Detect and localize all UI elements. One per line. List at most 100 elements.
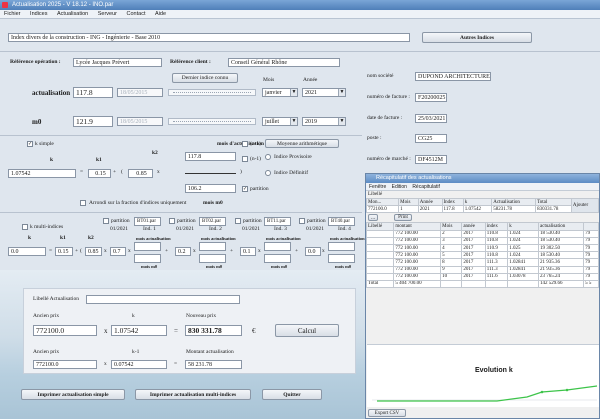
index-2-code[interactable]: BT02.par <box>199 217 226 226</box>
col-header[interactable]: k <box>507 222 540 231</box>
col-header[interactable]: actualisation <box>538 222 585 231</box>
k-value-field[interactable]: 1.07542 <box>8 169 76 178</box>
autres-indices-button[interactable]: Autres Indices <box>422 32 532 43</box>
export-csv-button[interactable]: Export CSV <box>368 409 406 417</box>
moyenne-arithmetique-button[interactable]: Moyenne arithmétique <box>265 139 339 148</box>
col-header[interactable] <box>583 222 599 231</box>
col-header[interactable]: Libellé <box>365 222 395 231</box>
imprimer-multi-button[interactable]: Imprimer actualisation multi-indices <box>135 389 251 400</box>
menu-actualisation[interactable]: Actualisation <box>57 11 88 17</box>
col-header[interactable]: Mois <box>440 222 463 231</box>
m0-index-field[interactable]: 121.9 <box>73 116 113 127</box>
hdr-value[interactable]: 1 <box>398 205 419 214</box>
mois-m0-3-field[interactable] <box>264 254 291 263</box>
multi-coef-4[interactable]: 0.0 <box>305 247 321 256</box>
m0-slider[interactable] <box>168 118 256 125</box>
mois-actualisation-field[interactable]: 117.8 <box>185 152 236 161</box>
index-selection-field[interactable]: Index divers de la construction - ING - … <box>8 33 410 42</box>
mois-act-4-field[interactable] <box>328 242 355 251</box>
table-row[interactable]: 772 100.00 3 2017 110.8 1.024 18 530.40 79 <box>365 236 599 245</box>
date-facture-field[interactable]: 25/03/2021 <box>415 114 447 123</box>
mois-act-3-field[interactable] <box>264 242 291 251</box>
index-3-name: Ind. 3 <box>274 226 287 232</box>
hdr-value[interactable]: 2021 <box>417 205 443 214</box>
menu-aide[interactable]: Aide <box>155 11 166 17</box>
hdr-value[interactable]: 772100.0 <box>365 205 400 214</box>
actualisation-slider[interactable] <box>168 89 256 96</box>
libelle-field[interactable] <box>86 295 240 304</box>
mois-act-label-2: mois actualisation <box>201 236 236 241</box>
mois-act-1-field[interactable] <box>134 242 161 251</box>
index-4-code[interactable]: BT40.par <box>328 217 355 226</box>
imprimer-simple-button[interactable]: Imprimer actualisation simple <box>21 389 125 400</box>
k1-value-field[interactable]: 0.15 <box>88 169 111 178</box>
actualisation-index-field[interactable]: 117.8 <box>73 87 113 98</box>
n2-checkbox[interactable] <box>242 156 248 162</box>
menu-contact[interactable]: Contact <box>127 11 146 17</box>
ancien-prix-field[interactable]: 772100.0 <box>33 325 97 336</box>
col-header[interactable]: année <box>461 222 486 231</box>
table-cell: 2017 <box>461 236 486 245</box>
col-header[interactable]: montant <box>393 222 442 231</box>
arrondi-checkbox[interactable] <box>80 200 86 206</box>
table-row[interactable]: 772 100.00 10 2017 111.6 1.03078 23 765.24 79 <box>365 272 599 281</box>
menu-fichier[interactable]: Fichier <box>4 11 21 17</box>
recap-menu-fenetre[interactable]: Fenêtre <box>369 184 386 190</box>
table-row[interactable]: 772 100.00 4 2017 110.9 1.025 19 302.50 79 <box>365 243 599 253</box>
multi-k2-field[interactable]: 0.85 <box>85 247 102 256</box>
k2-value-field[interactable]: 0.85 <box>128 169 153 178</box>
mois-m0-2-field[interactable] <box>199 254 226 263</box>
partition-checkbox[interactable]: ✓ <box>242 186 248 192</box>
multi-k-field[interactable]: 0.0 <box>8 247 46 256</box>
operation-field[interactable]: Lycée Jacques Prévert <box>73 58 162 67</box>
facture-field[interactable]: F20200025 <box>415 93 447 102</box>
menu-indices[interactable]: Indices <box>30 11 47 17</box>
print-button[interactable]: Print <box>394 214 412 222</box>
k-simple-checkbox[interactable]: ✓ <box>27 141 33 147</box>
multi-partition-checkbox-4[interactable] <box>299 218 305 224</box>
k-calc-field[interactable]: 1.07542 <box>111 325 167 336</box>
societe-field[interactable]: DUPOND ARCHITECTURE <box>415 72 491 81</box>
k-multi-checkbox[interactable] <box>22 224 28 230</box>
col-header[interactable]: index <box>484 222 509 231</box>
m0-mois-select[interactable]: juillet ▼ <box>262 117 298 126</box>
table-row[interactable]: 772 100.00 5 2017 110.8 1.024 18 530.40 79 <box>365 251 599 260</box>
dernier-indice-button[interactable]: Dernier indice connu <box>172 73 238 83</box>
table-row[interactable]: 772 100.00 9 2017 111.3 1.02841 21 935.36 79 <box>365 265 599 274</box>
quitter-button[interactable]: Quitter <box>262 389 322 400</box>
actualisation-annee-select[interactable]: 2021 ▼ <box>302 88 346 97</box>
recap-menu-edition[interactable]: Edition <box>392 184 407 190</box>
hdr-value[interactable]: 1.07542 <box>462 205 493 214</box>
index-3-code[interactable]: BT11.par <box>264 217 291 226</box>
poste-field[interactable]: CG25 <box>415 134 447 143</box>
multi-k1-field[interactable]: 0.15 <box>55 247 73 256</box>
marche-field[interactable]: DF4512M <box>415 155 447 164</box>
recap-menu-recap[interactable]: Récapitulatif <box>412 184 440 190</box>
multi-coef-1[interactable]: 0.7 <box>110 247 126 256</box>
table-row[interactable]: 772 100.00 8 2017 111.3 1.02841 21 935.36 79 <box>365 258 599 267</box>
definitif-radio[interactable] <box>265 170 271 176</box>
m0-annee-select[interactable]: 2019 ▼ <box>302 117 346 126</box>
multi-partition-checkbox-3[interactable] <box>235 218 241 224</box>
hdr-value[interactable]: 830331.78 <box>535 205 572 214</box>
hdr-value[interactable]: 117.8 <box>441 205 464 214</box>
index-1-code[interactable]: BT01.par <box>134 217 161 226</box>
mois-m0-1-field[interactable] <box>134 254 161 263</box>
multi-coef-2[interactable]: 0.2 <box>175 247 191 256</box>
client-field[interactable]: Conseil Général Rhône <box>228 58 340 67</box>
calcul-button[interactable]: Calcul <box>275 324 339 337</box>
multi-partition-checkbox-2[interactable] <box>169 218 175 224</box>
menu-serveur[interactable]: Serveur <box>98 11 117 17</box>
actualisation-mois-select[interactable]: janvier ▼ <box>262 88 298 97</box>
mois-m0-field[interactable]: 106.2 <box>185 184 236 193</box>
hdr-value[interactable]: 58231.78 <box>491 205 537 214</box>
mois-m0-4-field[interactable] <box>328 254 355 263</box>
multi-coef-3[interactable]: 0.1 <box>240 247 256 256</box>
table-row[interactable]: 772 100.00 2 2017 110.8 1.024 18 530.40 79 <box>365 229 599 238</box>
recap-dots-button[interactable]: ... <box>368 214 378 222</box>
multi-partition-checkbox-1[interactable] <box>103 218 109 224</box>
ajouter-button[interactable]: Ajouter <box>570 197 600 214</box>
n1-checkbox[interactable] <box>242 141 248 147</box>
provisoire-radio[interactable] <box>265 154 271 160</box>
mois-act-2-field[interactable] <box>199 242 226 251</box>
